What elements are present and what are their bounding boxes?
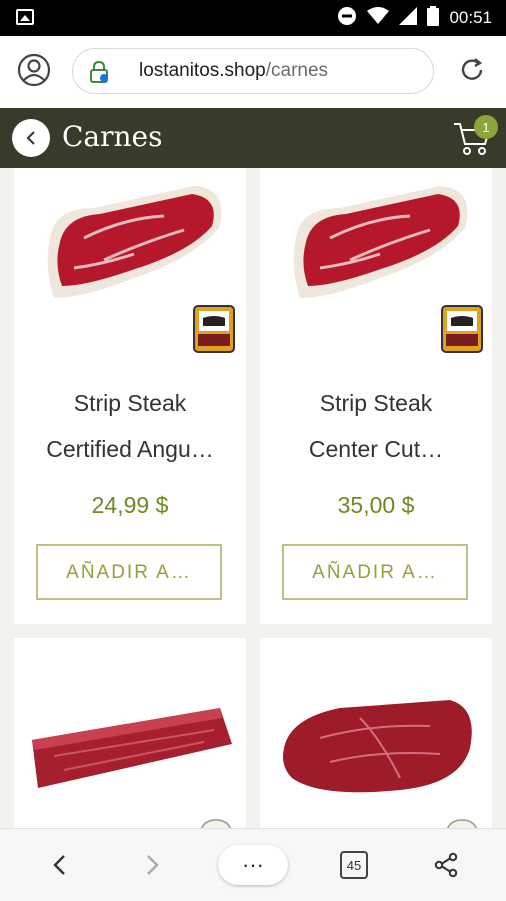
product-name-line2[interactable]: Certified Angu… xyxy=(14,436,246,463)
product-card[interactable]: Strip Steak Center Cut… 35,00 $ AÑADIR A… xyxy=(260,168,492,624)
product-card[interactable] xyxy=(260,638,492,828)
address-bar[interactable]: lostanitos.shop/carnes xyxy=(72,48,434,94)
strip-steak-image[interactable] xyxy=(14,168,246,368)
more-menu-button[interactable]: ··· xyxy=(218,845,288,885)
signal-icon xyxy=(399,6,418,30)
secure-lock-icon[interactable] xyxy=(89,60,109,88)
product-name-line1[interactable]: Strip Steak xyxy=(14,390,246,417)
gallery-notification-icon xyxy=(16,9,34,25)
product-price: 24,99 $ xyxy=(91,492,169,518)
page-header: Carnes xyxy=(0,108,506,168)
add-to-cart-button[interactable]: AÑADIR A… xyxy=(36,544,222,600)
battery-icon xyxy=(427,5,440,31)
product-grid: Strip Steak Certified Angu… 24,99 $ AÑAD… xyxy=(0,168,506,828)
product-name-line2[interactable]: Center Cut… xyxy=(260,436,492,463)
status-bar: 00:51 xyxy=(0,0,506,36)
browser-bottom-bar: ··· 45 xyxy=(0,828,506,901)
reload-icon[interactable] xyxy=(452,50,492,90)
forward-arrow-icon[interactable] xyxy=(130,843,174,887)
product-name-line1[interactable]: Strip Steak xyxy=(260,390,492,417)
certified-angus-beef-logo xyxy=(441,305,483,353)
share-icon[interactable] xyxy=(424,843,468,887)
add-to-cart-button[interactable]: AÑADIR A… xyxy=(282,544,468,600)
product-card[interactable]: Strip Steak Certified Angu… 24,99 $ AÑAD… xyxy=(14,168,246,624)
url-text[interactable]: lostanitos.shop/carnes xyxy=(139,60,328,82)
browser-toolbar: lostanitos.shop/carnes xyxy=(0,36,506,108)
product-price: 35,00 $ xyxy=(337,492,415,518)
product-card[interactable] xyxy=(14,638,246,828)
flank-steak-image[interactable] xyxy=(260,638,492,828)
account-icon[interactable] xyxy=(14,50,54,90)
wifi-icon xyxy=(367,6,390,30)
status-time: 00:51 xyxy=(449,8,492,27)
cart-count-badge: 1 xyxy=(474,115,498,139)
skirt-steak-image[interactable] xyxy=(14,638,246,828)
certified-angus-beef-logo xyxy=(193,305,235,353)
strip-steak-image[interactable] xyxy=(260,168,492,368)
back-button[interactable] xyxy=(12,119,50,157)
back-arrow-icon[interactable] xyxy=(38,843,82,887)
page-title: Carnes xyxy=(62,120,163,153)
do-not-disturb-icon xyxy=(337,6,357,31)
tab-count-button[interactable]: 45 xyxy=(340,851,368,879)
chevron-left-icon xyxy=(26,131,35,145)
